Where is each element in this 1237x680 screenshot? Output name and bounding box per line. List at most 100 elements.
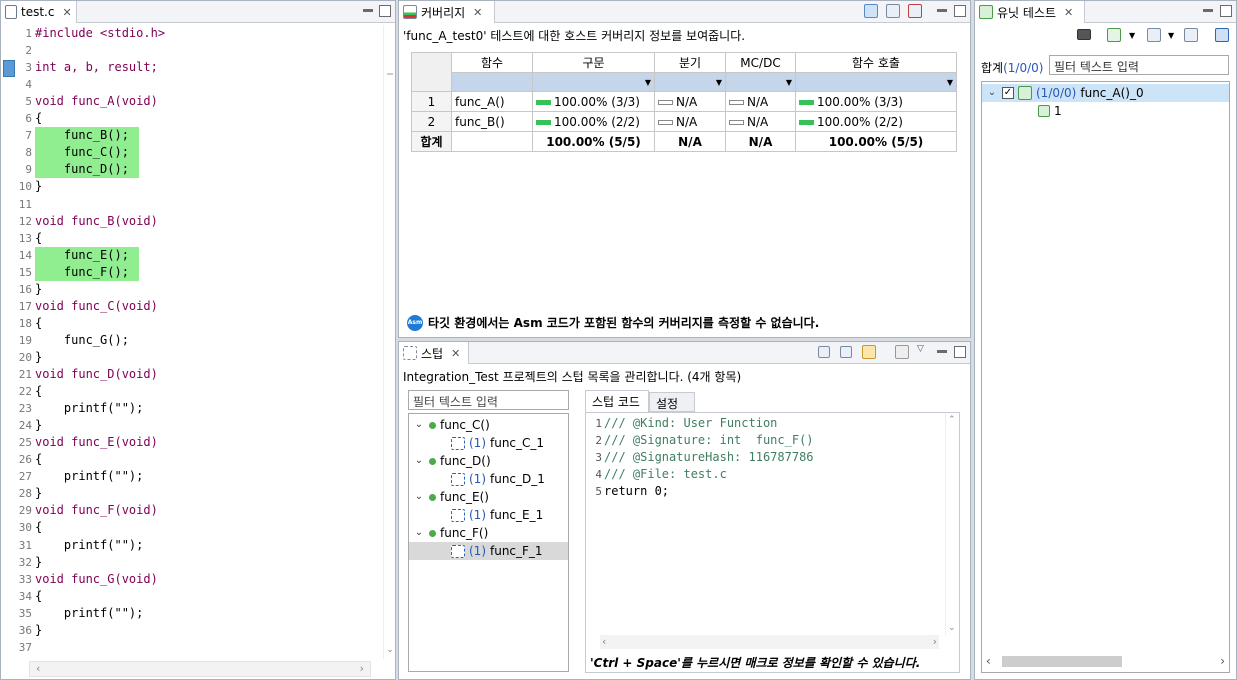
code-line[interactable]: 32} — [1, 554, 383, 571]
export-icon[interactable] — [1184, 28, 1198, 42]
stub-code-line[interactable]: 3/// @SignatureHash: 116787786 — [586, 449, 813, 466]
code-line[interactable]: 1 #include <stdio.h> — [1, 25, 383, 42]
code-editor[interactable]: 1 #include <stdio.h> 2 3 int a, b, result; 4 5… — [1, 25, 383, 659]
column-header-branch[interactable]: 분기 — [654, 52, 726, 73]
stub-code-line[interactable]: 2/// @Signature: int func_F() — [586, 432, 813, 449]
stub-filter-input[interactable]: 필터 텍스트 입력 — [408, 390, 569, 410]
scroll-right-icon[interactable]: › — [933, 635, 937, 648]
report-icon[interactable] — [1215, 28, 1229, 42]
run-test-icon[interactable] — [1107, 28, 1121, 42]
code-line[interactable]: 31 printf(""); — [1, 537, 383, 554]
table-row[interactable]: 1 func_A() 100.00% (3/3) N/A N/A 100.00%… — [411, 91, 957, 112]
stub-code-line[interactable]: 1/// @Kind: User Function — [586, 415, 777, 432]
unit-test-tab[interactable]: 유닛 테스트 ✕ — [975, 1, 1085, 23]
code-line[interactable]: 35 printf(""); — [1, 605, 383, 622]
chevron-down-icon[interactable]: ⌄ — [413, 488, 425, 506]
filter-dropdown-function-call[interactable]: ▼ — [795, 72, 957, 92]
stub-code-line[interactable]: 5 return 0; — [586, 483, 669, 500]
code-line[interactable]: 28} — [1, 485, 383, 502]
code-line[interactable]: 6{ — [1, 110, 383, 127]
filter-dropdown-statement[interactable]: ▼ — [532, 72, 655, 92]
toolbar-export-icon[interactable] — [908, 4, 922, 18]
coverage-tab[interactable]: 커버리지 ✕ — [399, 1, 495, 23]
stub-code-line[interactable]: 4/// @File: test.c — [586, 466, 726, 483]
search-test-icon[interactable] — [1147, 28, 1161, 42]
scroll-left-icon[interactable]: ‹ — [36, 662, 40, 675]
scroll-down-icon[interactable]: ⌄ — [948, 623, 956, 633]
code-line[interactable]: 26{ — [1, 451, 383, 468]
code-line[interactable]: 36} — [1, 622, 383, 639]
filter-dropdown-branch[interactable]: ▼ — [654, 72, 726, 92]
tree-row-function[interactable]: ⌄ func_F() — [413, 524, 489, 542]
code-line[interactable]: 16} — [1, 281, 383, 298]
code-line[interactable]: 5 void func_A(void) — [1, 93, 383, 110]
code-line[interactable]: 19 func_G(); — [1, 332, 383, 349]
code-line[interactable]: 12 void func_B(void) — [1, 213, 383, 230]
code-line[interactable]: 13{ — [1, 230, 383, 247]
column-header-mcdc[interactable]: MC/DC — [725, 52, 796, 73]
code-line[interactable]: 29 void func_F(void) — [1, 502, 383, 519]
tab-stub-code[interactable]: 스텁 코드 — [585, 390, 649, 412]
tree-row-stub[interactable]: (1) func_D_1 — [409, 470, 568, 488]
scroll-left-icon[interactable]: ‹ — [986, 654, 991, 668]
search-dropdown-icon[interactable]: ▼ — [1168, 31, 1174, 40]
tree-row-stub[interactable]: (1) func_F_1 — [409, 542, 568, 560]
toolbar-collapse-icon[interactable] — [864, 4, 878, 18]
maximize-icon[interactable] — [954, 346, 966, 358]
horizontal-scrollbar[interactable]: ‹ › — [29, 661, 371, 677]
minimize-icon[interactable] — [363, 9, 373, 12]
code-line[interactable]: 11 — [1, 196, 383, 213]
close-icon[interactable]: ✕ — [1064, 6, 1073, 19]
scroll-right-icon[interactable]: › — [1220, 654, 1225, 668]
tree-row-child[interactable]: 1 — [1038, 102, 1062, 120]
collapse-all-icon[interactable] — [840, 346, 852, 358]
tree-row-function[interactable]: ⌄ func_D() — [413, 452, 491, 470]
code-line[interactable]: 27 printf(""); — [1, 468, 383, 485]
checkbox[interactable]: ✓ — [1002, 87, 1014, 99]
scroll-down-icon[interactable]: ⌄ — [384, 645, 395, 655]
close-icon[interactable]: ✕ — [62, 6, 71, 19]
code-line[interactable]: 3 int a, b, result; — [1, 59, 383, 76]
code-line[interactable]: 2 — [1, 42, 383, 59]
maximize-icon[interactable] — [379, 5, 391, 17]
code-line[interactable]: 17 void func_C(void) — [1, 298, 383, 315]
maximize-icon[interactable] — [1220, 5, 1232, 17]
close-icon[interactable]: ✕ — [451, 347, 460, 360]
maximize-icon[interactable] — [954, 5, 966, 17]
minimize-icon[interactable] — [1203, 9, 1213, 12]
close-icon[interactable]: ✕ — [473, 6, 482, 19]
toolbar-copy-icon[interactable] — [886, 4, 900, 18]
unit-filter-input[interactable]: 필터 텍스트 입력 — [1049, 55, 1229, 75]
column-header-statement[interactable]: 구문 — [532, 52, 655, 73]
code-line[interactable]: 8 func_C(); — [1, 144, 383, 162]
code-line[interactable]: 30{ — [1, 519, 383, 536]
scroll-up-icon[interactable]: ⌃ — [948, 415, 956, 425]
code-hscroll[interactable]: ‹ › — [600, 635, 939, 649]
tree-row-root[interactable]: ⌄ ✓ (1/0/0) func_A()_0 — [982, 84, 1229, 102]
code-line[interactable]: 24} — [1, 417, 383, 434]
code-line[interactable]: 22{ — [1, 383, 383, 400]
code-line[interactable]: 20} — [1, 349, 383, 366]
expand-all-icon[interactable] — [818, 346, 830, 358]
code-line[interactable]: 4 — [1, 76, 383, 93]
code-line[interactable]: 23 printf(""); — [1, 400, 383, 417]
tree-row-function[interactable]: ⌄ func_E() — [413, 488, 489, 506]
column-header-function-call[interactable]: 함수 호출 — [795, 52, 957, 73]
code-line[interactable]: 10} — [1, 178, 383, 195]
run-dropdown-icon[interactable]: ▼ — [1129, 31, 1135, 40]
chevron-down-icon[interactable]: ⌄ — [413, 452, 425, 470]
scroll-right-icon[interactable]: › — [360, 662, 364, 675]
code-line[interactable]: 21 void func_D(void) — [1, 366, 383, 383]
tree-row-function[interactable]: ⌄ func_C() — [413, 416, 490, 434]
minimize-icon[interactable] — [937, 9, 947, 12]
monitor-icon[interactable] — [1077, 29, 1091, 40]
stub-tab[interactable]: 스텁 ✕ — [399, 342, 469, 364]
code-line[interactable]: 34{ — [1, 588, 383, 605]
code-line[interactable]: 15 func_F(); — [1, 263, 383, 281]
chevron-down-icon[interactable]: ⌄ — [986, 84, 998, 102]
table-row[interactable]: 2 func_B() 100.00% (2/2) N/A N/A 100.00%… — [411, 111, 957, 132]
tab-settings[interactable]: 설정 — [649, 392, 695, 412]
code-line[interactable]: 14 func_E(); — [1, 246, 383, 264]
stub-code-area[interactable]: 1/// @Kind: User Function 2/// @Signature… — [585, 412, 960, 673]
minimize-icon[interactable] — [937, 350, 947, 353]
